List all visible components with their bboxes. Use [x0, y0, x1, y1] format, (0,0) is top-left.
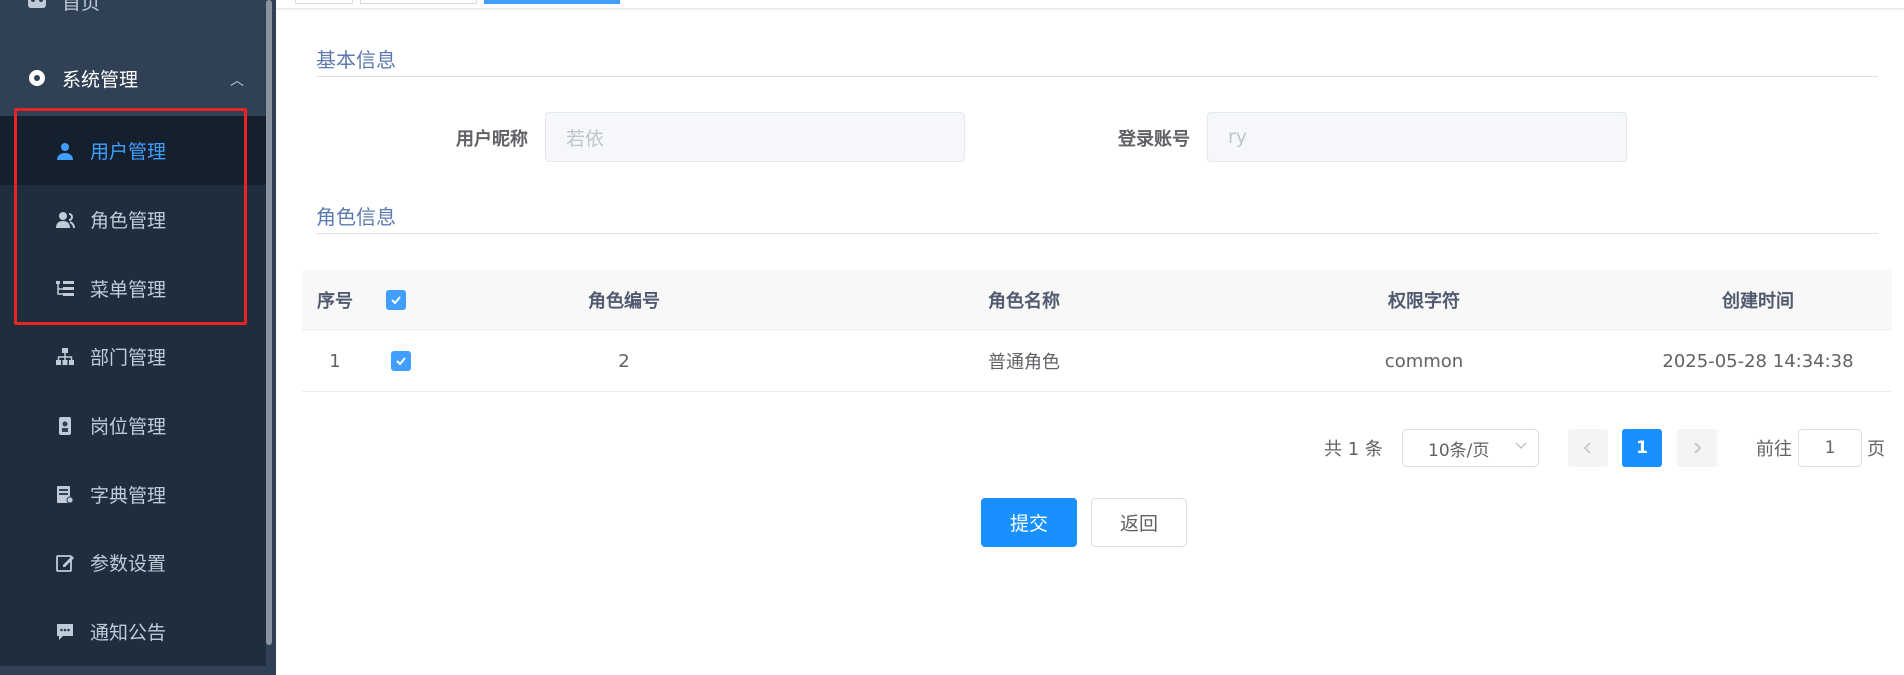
- edit-icon: [54, 552, 76, 574]
- account-value: ry: [1228, 126, 1248, 148]
- chevron-up-icon: ︿: [230, 73, 244, 89]
- tag-tab[interactable]: [295, 0, 353, 4]
- sidebar-item-config[interactable]: 参数设置: [0, 528, 266, 597]
- cell-role-key: common: [1384, 350, 1464, 372]
- sidebar-item-menus[interactable]: 菜单管理: [0, 254, 266, 323]
- tag-tab[interactable]: [360, 0, 477, 4]
- column-header-index: 序号: [317, 290, 353, 312]
- account-field[interactable]: ry: [1207, 112, 1627, 162]
- cell-index: 1: [329, 350, 341, 372]
- column-header-role-key: 权限字符: [1388, 290, 1460, 312]
- select-all-checkbox[interactable]: [368, 270, 424, 329]
- org-tree-icon: [54, 346, 76, 368]
- nickname-field[interactable]: 若依: [545, 112, 965, 162]
- sidebar-item-depts[interactable]: 部门管理: [0, 322, 266, 391]
- checkbox-checked[interactable]: [391, 351, 411, 371]
- page-number-current[interactable]: 1: [1622, 429, 1662, 467]
- table-row[interactable]: 1 2 普通角色 common 2025-05-28 14:34:38: [302, 331, 1892, 392]
- column-header-created: 创建时间: [1722, 290, 1794, 312]
- cell-role-name: 普通角色: [988, 352, 1060, 373]
- role-icon: [54, 209, 76, 231]
- post-icon: [54, 415, 76, 437]
- sidebar-item-home[interactable]: 首页: [26, 0, 276, 16]
- nickname-label: 用户昵称: [456, 129, 528, 150]
- column-header-role-id: 角色编号: [588, 290, 660, 312]
- gear-icon: [26, 67, 48, 89]
- sidebar-item-label: 参数设置: [90, 553, 167, 575]
- dashboard-icon: [26, 0, 48, 12]
- next-page-button[interactable]: [1677, 429, 1717, 467]
- message-icon: [54, 621, 76, 643]
- table-header: 序号 角色编号 角色名称 权限字符 创建时间: [302, 270, 1892, 330]
- chevron-right-icon: [1694, 442, 1702, 454]
- column-header-role-name: 角色名称: [988, 290, 1060, 312]
- sidebar-item-label: 用户管理: [90, 141, 167, 163]
- cell-role-id: 2: [618, 350, 630, 372]
- sidebar-item-users[interactable]: 用户管理: [0, 116, 266, 185]
- cell-created: 2025-05-28 14:34:38: [1662, 350, 1854, 372]
- sidebar-item-dicts[interactable]: 字典管理: [0, 460, 266, 529]
- chevron-down-icon: [1514, 438, 1528, 456]
- tags-view-bar: [276, 0, 1904, 9]
- sidebar-item-label: 岗位管理: [90, 416, 167, 438]
- sidebar-item-label: 首页: [62, 0, 101, 14]
- sidebar: 首页 系统管理 ︿ 用户管理 角色管理 菜单管理 部门管理 岗位管理 字典管理 …: [0, 0, 276, 675]
- page-size-value: 10条/页: [1428, 440, 1490, 461]
- dictionary-icon: [54, 484, 76, 506]
- chevron-left-icon: [1583, 442, 1591, 454]
- goto-page-value: 1: [1824, 438, 1836, 458]
- sidebar-item-roles[interactable]: 角色管理: [0, 185, 266, 254]
- checkbox-checked[interactable]: [386, 289, 406, 310]
- sidebar-item-label: 系统管理: [62, 68, 139, 91]
- role-info-title: 角色信息: [316, 205, 396, 229]
- submit-button[interactable]: 提交: [981, 498, 1077, 547]
- page-suffix: 页: [1867, 439, 1885, 460]
- sidebar-item-label: 菜单管理: [90, 279, 167, 301]
- role-info-divider: [316, 233, 1878, 234]
- account-label: 登录账号: [1118, 129, 1190, 150]
- pagination-total: 共 1 条: [1324, 439, 1383, 460]
- sidebar-item-label: 字典管理: [90, 485, 167, 507]
- sidebar-item-notices[interactable]: 通知公告: [0, 597, 266, 666]
- sidebar-item-label: 部门管理: [90, 347, 167, 369]
- sidebar-scrollbar[interactable]: [266, 0, 272, 645]
- goto-label: 前往: [1756, 439, 1792, 460]
- sidebar-item-posts[interactable]: 岗位管理: [0, 391, 266, 460]
- page-size-select[interactable]: 10条/页: [1402, 429, 1539, 467]
- basic-info-divider: [316, 76, 1878, 77]
- sidebar-item-label: 角色管理: [90, 210, 167, 232]
- prev-page-button[interactable]: [1568, 429, 1608, 467]
- sidebar-item-label: 通知公告: [90, 622, 167, 644]
- menu-tree-icon: [54, 278, 76, 300]
- goto-page-input[interactable]: 1: [1798, 429, 1862, 467]
- user-icon: [54, 140, 76, 162]
- back-button[interactable]: 返回: [1091, 498, 1187, 547]
- basic-info-title: 基本信息: [316, 48, 396, 72]
- nickname-value: 若依: [566, 127, 605, 150]
- tag-tab-active[interactable]: [484, 0, 620, 4]
